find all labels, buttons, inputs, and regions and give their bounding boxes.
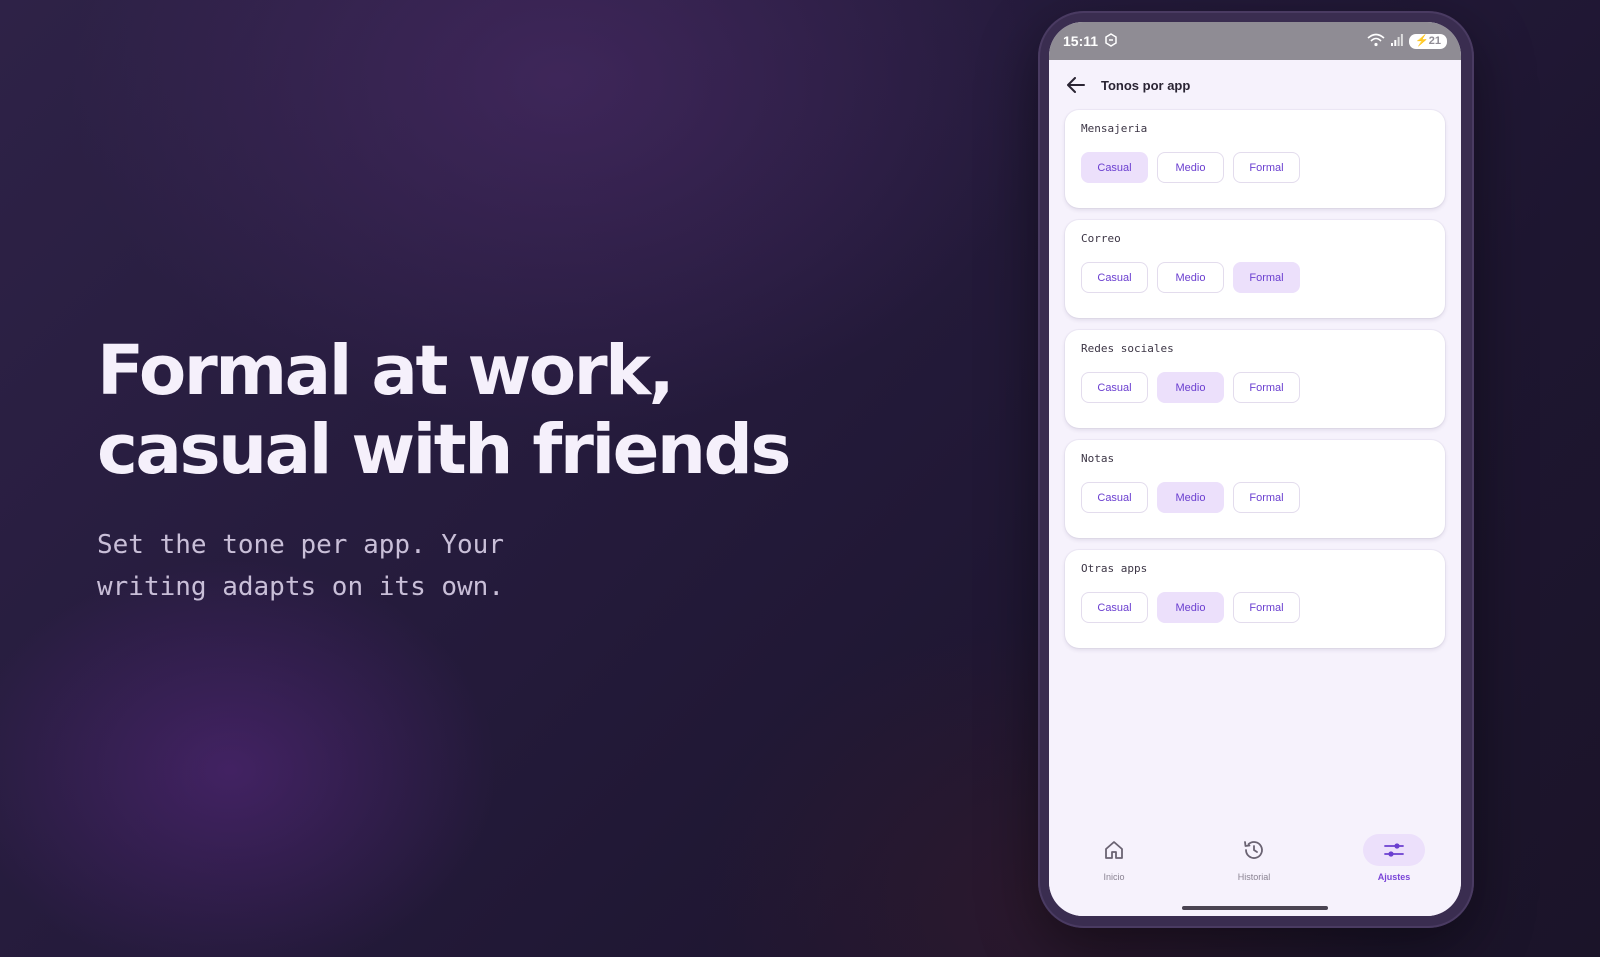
battery-indicator: ⚡21: [1409, 33, 1447, 49]
wifi-icon: [1367, 33, 1385, 50]
tone-chip-formal[interactable]: Formal: [1233, 592, 1300, 623]
tone-chip-medio[interactable]: Medio: [1157, 482, 1224, 513]
tone-chip-group: Casual Medio Formal: [1081, 262, 1429, 293]
tone-card: Mensajeria Casual Medio Formal: [1065, 110, 1445, 208]
bottom-nav: Inicio Historial Ajustes: [1049, 820, 1461, 916]
tone-chip-medio[interactable]: Medio: [1157, 262, 1224, 293]
nav-item-ajustes[interactable]: Ajustes: [1349, 834, 1439, 882]
tone-chip-medio[interactable]: Medio: [1157, 372, 1224, 403]
nav-label-historial: Historial: [1237, 872, 1271, 882]
hero: Formal at work, casual with friends Set …: [97, 332, 857, 608]
battery-icon: ⚡: [1415, 34, 1429, 47]
app-bar: Tonos por app: [1049, 60, 1461, 110]
back-button[interactable]: [1065, 74, 1087, 96]
tone-card-label: Otras apps: [1081, 562, 1148, 575]
tone-chip-formal[interactable]: Formal: [1233, 372, 1300, 403]
tone-chip-medio[interactable]: Medio: [1157, 152, 1224, 183]
nav-item-inicio[interactable]: Inicio: [1069, 834, 1159, 882]
arrow-left-icon: [1067, 77, 1085, 93]
hero-title-line1: Formal at work,: [97, 331, 675, 411]
tone-card-label: Correo: [1081, 232, 1121, 245]
history-icon: [1244, 841, 1263, 859]
nav-label-ajustes: Ajustes: [1377, 872, 1411, 882]
hero-title: Formal at work, casual with friends: [97, 332, 857, 490]
page-title: Tonos por app: [1101, 77, 1191, 93]
tone-chip-group: Casual Medio Formal: [1081, 372, 1429, 403]
phone-screen: 15:11 ⚡21 Tonos por app Mensajeria Casual…: [1049, 22, 1461, 916]
tone-chip-group: Casual Medio Formal: [1081, 592, 1429, 623]
tone-chip-casual[interactable]: Casual: [1081, 592, 1148, 623]
status-time: 15:11: [1063, 33, 1099, 49]
tone-chip-group: Casual Medio Formal: [1081, 152, 1429, 183]
tone-card-label: Mensajeria: [1081, 122, 1148, 135]
nav-label-inicio: Inicio: [1103, 872, 1125, 882]
tone-card: Notas Casual Medio Formal: [1065, 440, 1445, 538]
nav-item-historial[interactable]: Historial: [1209, 834, 1299, 882]
hero-subtitle: Set the tone per app. Your writing adapt…: [97, 530, 504, 602]
tone-chip-casual[interactable]: Casual: [1081, 482, 1148, 513]
tone-chip-formal[interactable]: Formal: [1233, 152, 1300, 183]
home-indicator[interactable]: [1182, 906, 1328, 910]
status-bar: 15:11 ⚡21: [1049, 22, 1461, 60]
tone-card-label: Notas: [1081, 452, 1115, 465]
tone-card-label: Redes sociales: [1081, 342, 1174, 355]
tone-card: Redes sociales Casual Medio Formal: [1065, 330, 1445, 428]
tone-chip-casual[interactable]: Casual: [1081, 372, 1148, 403]
tone-card: Correo Casual Medio Formal: [1065, 220, 1445, 318]
tone-chip-medio[interactable]: Medio: [1157, 592, 1224, 623]
tone-chip-casual[interactable]: Casual: [1081, 152, 1148, 183]
battery-level: 21: [1428, 34, 1441, 47]
tone-chip-formal[interactable]: Formal: [1233, 482, 1300, 513]
tone-card: Otras apps Casual Medio Formal: [1065, 550, 1445, 648]
hero-title-line2: casual with friends: [97, 410, 792, 490]
tone-chip-group: Casual Medio Formal: [1081, 482, 1429, 513]
notification-icon: [1104, 32, 1118, 50]
signal-icon: [1391, 33, 1403, 49]
tone-card-list: Mensajeria Casual Medio Formal Correo Casual M…: [1049, 110, 1461, 648]
tone-chip-formal[interactable]: Formal: [1233, 262, 1300, 293]
tone-chip-casual[interactable]: Casual: [1081, 262, 1148, 293]
home-icon: [1105, 841, 1123, 859]
sliders-icon: [1384, 843, 1404, 857]
